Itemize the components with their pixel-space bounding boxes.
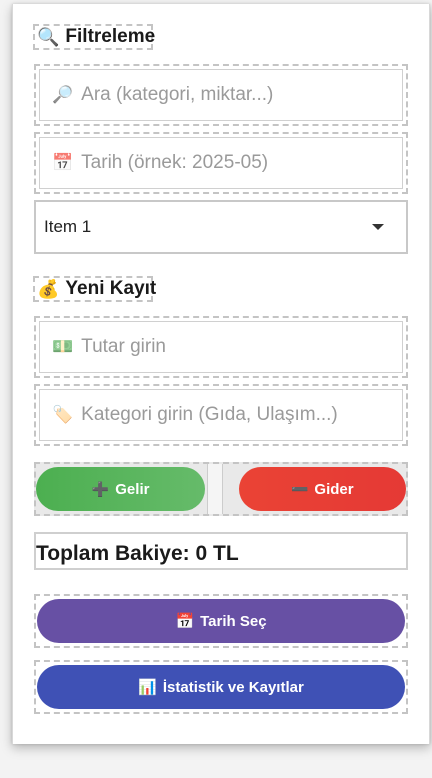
money-bag-icon: 💰 bbox=[37, 278, 60, 299]
magnifier-icon: 🔍 bbox=[37, 26, 60, 47]
button-divider bbox=[207, 464, 223, 514]
minus-icon: ➖ bbox=[290, 480, 309, 497]
category-placeholder: Kategori girin (Gıda, Ulaşım...) bbox=[81, 404, 338, 425]
category-input[interactable]: 🏷️ Kategori girin (Gıda, Ulaşım...) bbox=[39, 389, 403, 441]
filter-heading: 🔍 Filtreleme bbox=[33, 24, 156, 50]
calendar-icon: 📅 bbox=[175, 613, 195, 630]
search-icon: 🔎 bbox=[52, 85, 74, 104]
calendar-icon: 📅 bbox=[52, 153, 74, 172]
stats-records-button[interactable]: 📊 İstatistik ve Kayıtlar bbox=[37, 665, 405, 709]
amount-field-wrapper: 💵 Tutar girin bbox=[34, 316, 408, 378]
select-date-button[interactable]: 📅 Tarih Seç bbox=[37, 599, 405, 643]
select-date-label: Tarih Seç bbox=[200, 612, 267, 630]
total-balance: Toplam Bakiye: 0 TL bbox=[34, 532, 408, 570]
income-expense-row: ➕ Gelir ➖ Gider bbox=[34, 462, 408, 516]
plus-icon: ➕ bbox=[91, 480, 110, 497]
search-input[interactable]: 🔎 Ara (kategori, miktar...) bbox=[39, 69, 403, 121]
income-button[interactable]: ➕ Gelir bbox=[36, 467, 206, 511]
amount-placeholder: Tutar girin bbox=[81, 336, 166, 357]
date-filter-input[interactable]: 📅 Tarih (örnek: 2025-05) bbox=[39, 137, 403, 189]
stats-button-wrapper: 📊 İstatistik ve Kayıtlar bbox=[34, 660, 408, 714]
stats-records-label: İstatistik ve Kayıtlar bbox=[162, 678, 304, 696]
banknote-icon: 💵 bbox=[52, 337, 74, 356]
new-entry-heading-label: Yeni Kayıt bbox=[65, 278, 157, 299]
new-entry-heading: 💰 Yeni Kayıt bbox=[33, 276, 157, 302]
date-filter-placeholder: Tarih (örnek: 2025-05) bbox=[81, 152, 269, 173]
filter-dropdown[interactable]: Item 1 bbox=[34, 200, 408, 254]
date-field-wrapper: 📅 Tarih (örnek: 2025-05) bbox=[34, 132, 408, 194]
bar-chart-icon: 📊 bbox=[138, 679, 157, 696]
date-button-wrapper: 📅 Tarih Seç bbox=[34, 594, 408, 648]
expense-button-label: Gider bbox=[314, 480, 354, 498]
tag-icon: 🏷️ bbox=[52, 405, 74, 424]
search-field-wrapper: 🔎 Ara (kategori, miktar...) bbox=[34, 64, 408, 126]
category-field-wrapper: 🏷️ Kategori girin (Gıda, Ulaşım...) bbox=[34, 384, 408, 446]
search-placeholder: Ara (kategori, miktar...) bbox=[81, 84, 274, 105]
chevron-down-icon bbox=[372, 224, 384, 230]
expense-button[interactable]: ➖ Gider bbox=[238, 467, 406, 511]
filter-heading-label: Filtreleme bbox=[65, 26, 156, 47]
dropdown-selected-value: Item 1 bbox=[44, 217, 92, 236]
amount-input[interactable]: 💵 Tutar girin bbox=[39, 321, 403, 373]
income-button-label: Gelir bbox=[115, 480, 150, 498]
